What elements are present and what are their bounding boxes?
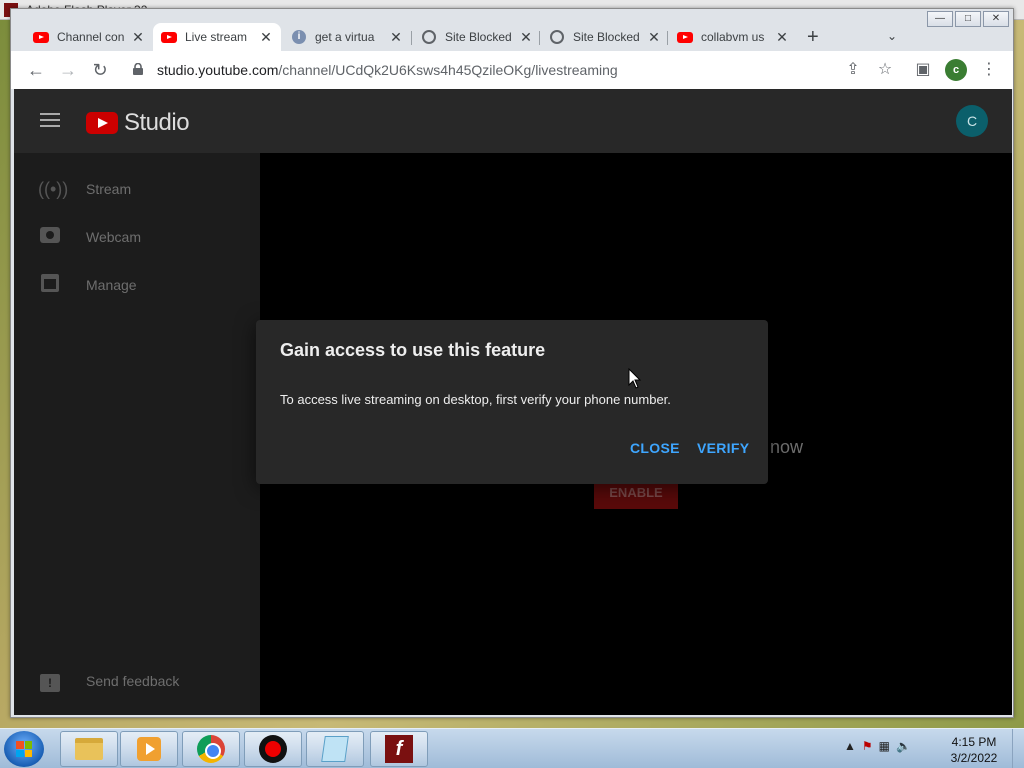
browser-toolbar: ← → ↻ studio.youtube.com/channel/UCdQk2U… [11,51,1013,89]
tab-close-icon[interactable]: ✕ [389,29,403,46]
tab-strip: Channel con ✕ Live stream ✕ i get a virt… [11,23,1013,51]
url-text: studio.youtube.com/channel/UCdQk2U6Ksws4… [157,62,618,78]
info-icon: i [291,29,307,45]
reload-icon[interactable]: ↻ [89,59,111,81]
sidebar-item-label: Webcam [86,229,141,245]
media-player-icon [137,737,161,761]
taskbar-explorer[interactable] [60,731,118,767]
send-feedback-button[interactable]: ! Send feedback [14,659,260,703]
tab-close-icon[interactable]: ✕ [647,29,661,46]
new-tab-icon[interactable]: + [807,27,819,47]
profile-avatar[interactable]: c [945,59,967,81]
tab-search-chevron-icon[interactable]: ⌄ [887,29,897,43]
clock-time: 4:15 PM [951,735,997,749]
verify-button[interactable]: VERIFY [697,440,749,456]
tab-close-icon[interactable]: ✕ [131,29,145,46]
notepad-icon [321,736,349,762]
dialog-title: Gain access to use this feature [280,340,546,360]
sidebar-item-manage[interactable]: Manage [14,263,260,307]
mouse-cursor-icon [628,368,642,389]
taskbar-recorder[interactable] [244,731,302,767]
youtube-play-icon [86,112,118,134]
youtube-icon [33,29,49,45]
taskbar-media-player[interactable] [120,731,178,767]
back-arrow-icon[interactable]: ← [25,59,47,81]
lock-icon [133,63,143,75]
share-icon[interactable]: ⇪ [843,60,863,80]
tab-label: Channel con [57,30,125,44]
calendar-icon [38,273,62,297]
tab-close-icon[interactable]: ✕ [519,29,533,46]
forward-arrow-icon[interactable]: → [57,59,79,81]
tab-channel-content[interactable]: Channel con ✕ [25,23,153,51]
dialog-body: To access live streaming on desktop, fir… [280,392,671,407]
feedback-icon: ! [38,671,62,692]
show-desktop-button[interactable] [1012,729,1024,768]
clock-date: 3/2/2022 [950,751,998,765]
tab-site-blocked-1[interactable]: Site Blocked ✕ [413,23,541,51]
tab-label: Site Blocked [445,30,512,44]
chrome-icon [197,735,225,763]
taskbar-chrome[interactable] [182,731,240,767]
url-path: /channel/UCdQk2U6Ksws4h45QzileOKg/livest… [278,62,618,78]
tab-separator [539,31,540,45]
verify-phone-dialog: Gain access to use this feature To acces… [256,320,768,484]
sidebar-item-label: Stream [86,181,132,197]
system-tray: ▲ ⚑ ▦ 🔈 [844,739,911,753]
studio-logo-text: Studio [124,109,190,136]
tab-close-icon[interactable]: ✕ [775,29,789,46]
folder-icon [75,738,103,760]
studio-header: Studio C [14,89,1012,153]
action-center-flag-icon[interactable]: ⚑ [862,739,873,753]
studio-sidebar: ((•)) Stream Webcam Manage ! Send feedba… [14,153,260,715]
tab-separator [667,31,668,45]
windows-logo-icon [16,741,32,757]
youtube-icon [161,29,177,45]
tab-get-a-virtual[interactable]: i get a virtua ✕ [283,23,411,51]
tab-label: get a virtua [315,30,375,44]
close-button[interactable]: CLOSE [630,440,680,456]
sidebar-item-label: Manage [86,277,137,293]
background-heading-fragment: now [770,437,804,457]
sidebar-item-stream[interactable]: ((•)) Stream [14,167,260,211]
address-bar[interactable]: studio.youtube.com/channel/UCdQk2U6Ksws4… [123,55,903,85]
send-feedback-label: Send feedback [86,673,180,689]
globe-icon [421,29,437,45]
bookmark-star-icon[interactable]: ☆ [875,60,895,80]
tab-label: collabvm us [701,30,765,44]
start-button[interactable] [4,731,44,767]
globe-icon [549,29,565,45]
show-hidden-icons-icon[interactable]: ▲ [844,739,856,753]
more-menu-icon[interactable]: ⋮ [979,60,999,80]
tab-separator [411,31,412,45]
record-icon [259,735,287,763]
tab-label: Site Blocked [573,30,640,44]
taskbar-notepad[interactable] [306,731,364,767]
stream-icon: ((•)) [38,178,69,199]
studio-logo[interactable]: Studio [86,109,190,137]
taskbar: f ▲ ⚑ ▦ 🔈 4:15 PM 3/2/2022 [0,728,1024,768]
youtube-icon [677,29,693,45]
tab-site-blocked-2[interactable]: Site Blocked ✕ [541,23,669,51]
sidebar-item-webcam[interactable]: Webcam [14,215,260,259]
side-panel-icon[interactable]: ▣ [913,60,933,80]
tab-label: Live stream [185,30,248,44]
url-host: studio.youtube.com [157,62,279,78]
tab-live-streaming[interactable]: Live stream ✕ [153,23,281,51]
hamburger-menu-icon[interactable] [40,113,60,127]
system-clock[interactable]: 4:15 PM 3/2/2022 [946,734,1002,766]
volume-icon[interactable]: 🔈 [896,739,911,753]
tab-collabvm[interactable]: collabvm us ✕ [669,23,797,51]
network-icon[interactable]: ▦ [879,739,890,753]
taskbar-flash-player[interactable]: f [370,731,428,767]
tab-close-icon[interactable]: ✕ [259,29,273,46]
account-avatar[interactable]: C [956,105,988,137]
flash-icon: f [385,735,413,763]
camera-icon [38,226,62,248]
